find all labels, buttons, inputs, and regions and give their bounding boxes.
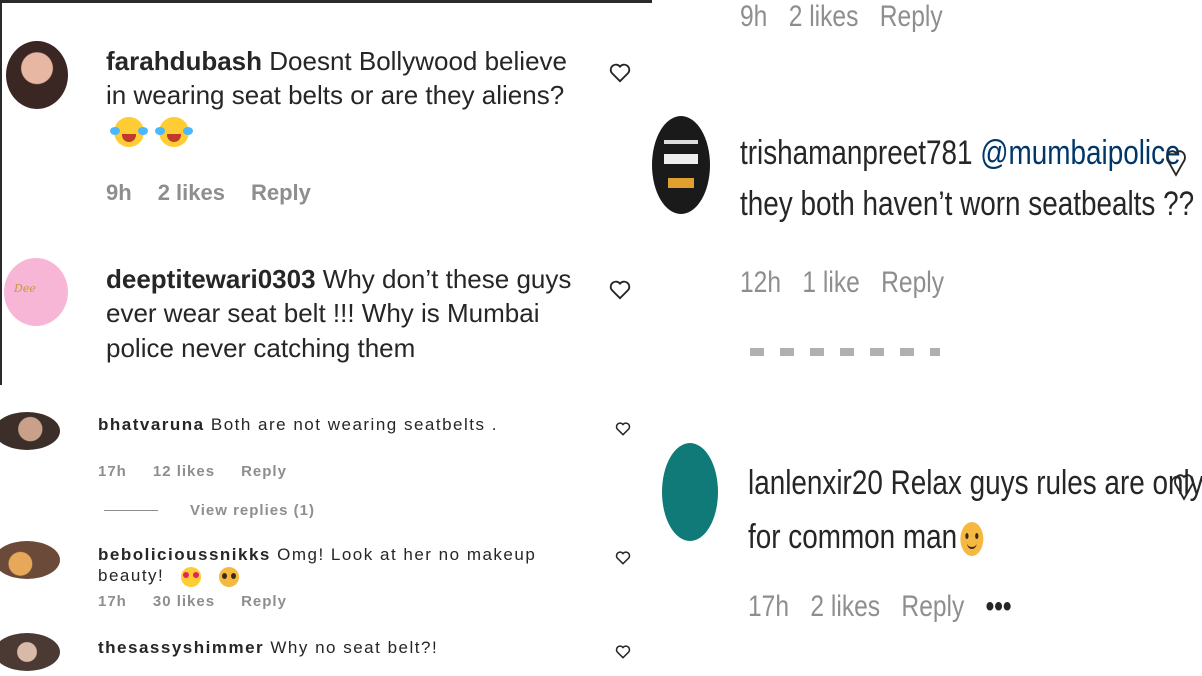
comment-username[interactable]: lanlenxir20 (748, 464, 883, 502)
avatar[interactable] (0, 633, 60, 671)
like-heart-icon[interactable] (1173, 472, 1195, 502)
comment-username[interactable]: bebolicioussnikks (98, 545, 271, 564)
like-heart-icon[interactable] (611, 551, 635, 565)
avatar[interactable] (662, 443, 718, 541)
comment-thesassyshimmer: thesassyshimmer Why no seat belt?! (98, 637, 518, 658)
laughing-tears-emoji (110, 116, 148, 147)
more-options-icon[interactable]: ••• (986, 590, 1012, 623)
comment-bhatvaruna: bhatvaruna Both are not wearing seatbelt… (98, 414, 548, 435)
top-border (0, 0, 652, 3)
comment-meta: 9h 2 likes Reply (106, 180, 337, 206)
comment-meta: 12h 1 like Reply (740, 266, 965, 300)
like-heart-icon[interactable] (609, 280, 631, 300)
comment-text: Why no seat belt?! (264, 638, 439, 657)
comment-likes[interactable]: 1 like (802, 266, 859, 299)
avatar[interactable] (0, 541, 60, 579)
comment-time: 17h (748, 590, 790, 623)
comment-meta: 9h 2 likes Reply (740, 0, 964, 34)
comment-time: 9h (740, 0, 768, 33)
heart-eyes-emoji (180, 566, 201, 587)
comment-username[interactable]: thesassyshimmer (98, 638, 264, 657)
comment-bebolicioussnikks: bebolicioussnikks Omg! Look at her no ma… (98, 544, 568, 587)
like-heart-icon[interactable] (611, 645, 635, 659)
comment-username[interactable]: farahdubash (106, 46, 262, 76)
comment-likes[interactable]: 30 likes (153, 593, 215, 610)
reply-button[interactable]: Reply (241, 593, 287, 610)
smiling-emoji (960, 522, 984, 557)
avatar[interactable] (652, 116, 710, 214)
comment-username[interactable]: bhatvaruna (98, 415, 205, 434)
reply-button[interactable]: Reply (241, 463, 287, 480)
pleading-emoji (218, 566, 239, 587)
comment-likes[interactable]: 2 likes (810, 590, 880, 623)
comment-meta: 17h 2 likes Reply ••• (748, 590, 1033, 624)
comment-deeptitewari0303: deeptitewari0303 Why don’t these guys ev… (106, 262, 581, 365)
comment-time: 12h (740, 266, 782, 299)
avatar[interactable] (0, 412, 60, 450)
comment-text-line: for common man (748, 518, 958, 557)
like-heart-icon[interactable] (1165, 148, 1187, 178)
reply-button[interactable]: Reply (880, 0, 943, 33)
laughing-tears-emoji (155, 116, 194, 147)
view-replies-line (104, 510, 158, 511)
reply-button[interactable]: Reply (901, 590, 964, 623)
like-heart-icon[interactable] (609, 63, 631, 83)
comment-lanlenxir20: lanlenxir20 Relax guys rules are only fo… (748, 456, 1202, 565)
comment-likes[interactable]: 2 likes (789, 0, 859, 33)
like-heart-icon[interactable] (611, 422, 635, 436)
reply-button[interactable]: Reply (881, 266, 944, 299)
comment-time: 17h (98, 463, 127, 480)
comment-meta: 17h 30 likes Reply (98, 593, 313, 610)
comment-farahdubash: farahdubash Doesnt Bollywood believe in … (106, 44, 576, 147)
mention-link[interactable]: @mumbaipolice (980, 134, 1180, 172)
avatar[interactable] (6, 41, 68, 109)
comment-likes[interactable]: 2 likes (158, 180, 225, 205)
comment-username[interactable]: deeptitewari0303 (106, 264, 316, 294)
comment-trishamanpreet781: trishamanpreet781 @mumbaipolice they bot… (740, 128, 1194, 230)
comment-text-line: Relax guys rules are only (882, 464, 1202, 502)
cut-off-row (750, 348, 940, 356)
comment-text: they both haven’t worn seatbealts ?? (740, 185, 1195, 223)
comment-likes[interactable]: 12 likes (153, 463, 215, 480)
reply-button[interactable]: Reply (251, 180, 311, 205)
comment-username[interactable]: trishamanpreet781 (740, 134, 972, 172)
left-border (0, 0, 2, 385)
comment-text: Both are not wearing seatbelts . (204, 415, 498, 434)
comment-time: 17h (98, 593, 127, 610)
avatar[interactable]: Dee (4, 258, 68, 326)
comment-time: 9h (106, 180, 132, 205)
comment-meta: 17h 12 likes Reply (98, 463, 313, 480)
view-replies-button[interactable]: View replies (1) (190, 502, 315, 519)
